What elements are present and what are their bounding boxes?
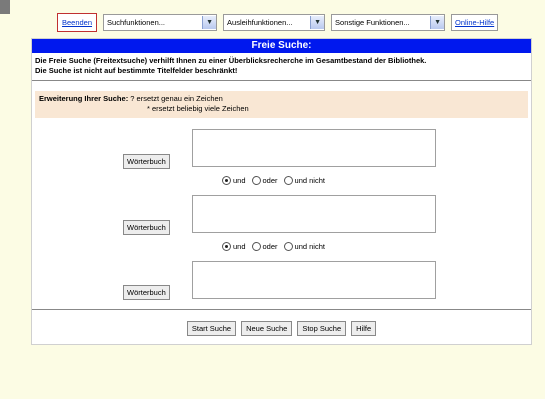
radio-icon: [251, 176, 261, 185]
operator-group-2: und oder und nicht: [222, 242, 325, 251]
radio-und-label: und: [233, 176, 246, 185]
stop-suche-button[interactable]: Stop Suche: [297, 321, 347, 336]
intro-text: Die Freie Suche (Freitextsuche) verhilft…: [32, 53, 531, 76]
chevron-down-icon: ▼: [430, 15, 445, 29]
radio-undnicht-label: und nicht: [294, 242, 325, 251]
radio-undnicht-2[interactable]: und nicht: [283, 242, 325, 251]
extension-line-2: * ersetzt beliebig viele Zeichen: [147, 104, 249, 113]
chevron-down-icon: ▼: [310, 15, 325, 29]
radio-icon: [251, 242, 261, 251]
neue-suche-button[interactable]: Neue Suche: [241, 321, 293, 336]
suchfunktionen-select-label: Suchfunktionen...: [107, 17, 165, 27]
extension-line-1: ? ersetzt genau ein Zeichen: [128, 94, 223, 103]
panel-title: Freie Suche:: [32, 39, 531, 53]
search-term-field-1[interactable]: [192, 129, 436, 167]
radio-oder-1[interactable]: oder: [251, 176, 278, 185]
woerterbuch-button-1[interactable]: Wörterbuch: [123, 154, 170, 169]
radio-selected-icon: [222, 176, 231, 185]
extension-label: Erweiterung Ihrer Suche:: [39, 94, 129, 103]
suchfunktionen-select[interactable]: Suchfunktionen... ▼: [103, 13, 218, 31]
freie-suche-panel: Freie Suche: Die Freie Suche (Freitextsu…: [31, 38, 532, 345]
divider: [32, 309, 531, 310]
online-hilfe-link[interactable]: Online-Hilfe: [451, 13, 499, 31]
radio-icon: [283, 176, 293, 185]
sonstige-funktionen-select[interactable]: Sonstige Funktionen... ▼: [331, 13, 446, 31]
radio-oder-label: oder: [262, 242, 278, 251]
toolbar: Beenden Suchfunktionen... ▼ Ausleihfunkt…: [57, 9, 499, 35]
radio-oder-2[interactable]: oder: [251, 242, 278, 251]
ausleihfunktionen-select[interactable]: Ausleihfunktionen... ▼: [223, 13, 326, 31]
radio-icon: [283, 242, 293, 251]
radio-und-label: und: [233, 242, 246, 251]
hilfe-button[interactable]: Hilfe: [351, 321, 377, 336]
woerterbuch-button-2[interactable]: Wörterbuch: [123, 220, 170, 235]
radio-undnicht-1[interactable]: und nicht: [283, 176, 325, 185]
divider: [32, 80, 531, 81]
operator-group-1: und oder und nicht: [222, 176, 325, 185]
search-extension-hint: Erweiterung Ihrer Suche: ? ersetzt genau…: [35, 91, 528, 118]
sonstige-funktionen-select-label: Sonstige Funktionen...: [335, 17, 410, 27]
search-term-field-2[interactable]: [192, 195, 436, 233]
radio-undnicht-label: und nicht: [294, 176, 325, 185]
search-term-field-3[interactable]: [192, 261, 436, 299]
radio-und-2[interactable]: und: [222, 242, 246, 251]
intro-line-2: Die Suche ist nicht auf bestimmte Titelf…: [35, 66, 238, 75]
ausleihfunktionen-select-label: Ausleihfunktionen...: [227, 17, 293, 27]
intro-line-1: Die Freie Suche (Freitextsuche) verhilft…: [35, 56, 427, 65]
action-bar: Start Suche Neue Suche Stop Suche Hilfe: [32, 321, 531, 336]
radio-selected-icon: [222, 242, 231, 251]
radio-oder-label: oder: [262, 176, 278, 185]
woerterbuch-button-3[interactable]: Wörterbuch: [123, 285, 170, 300]
radio-und-1[interactable]: und: [222, 176, 246, 185]
window-corner: [0, 0, 10, 14]
beenden-button[interactable]: Beenden: [57, 12, 98, 32]
chevron-down-icon: ▼: [202, 15, 217, 29]
start-suche-button[interactable]: Start Suche: [186, 321, 237, 336]
